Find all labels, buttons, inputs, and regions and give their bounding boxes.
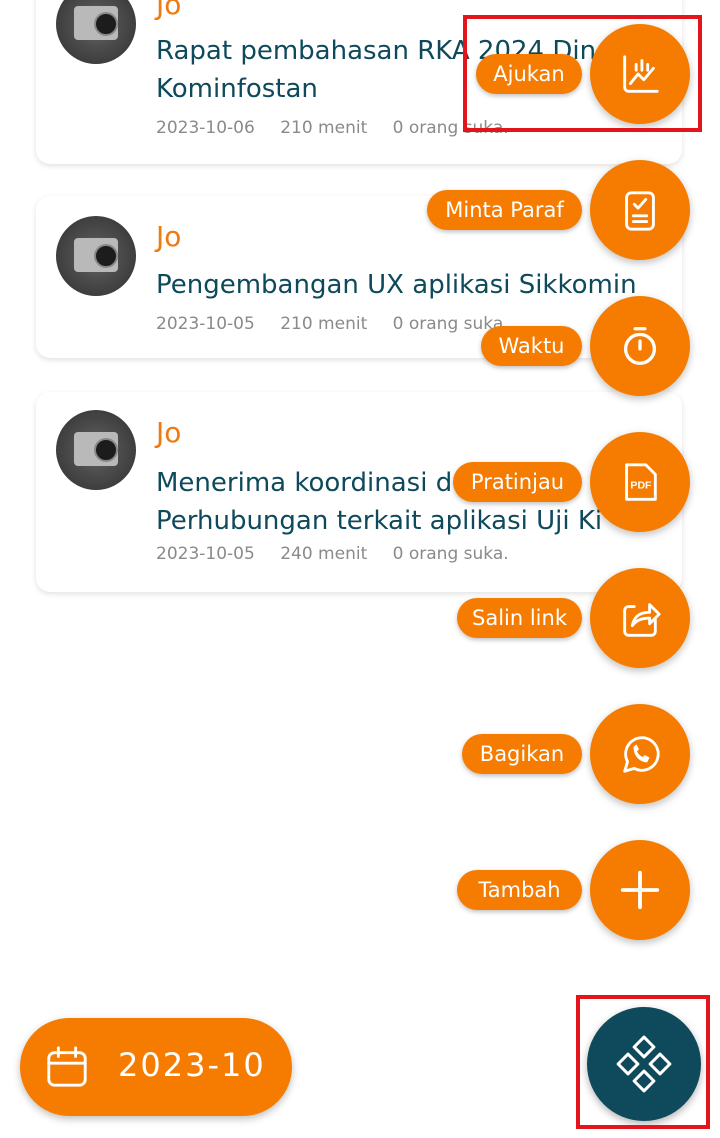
post-date: 2023-10-06 <box>156 118 255 138</box>
ajukan-highlight-box <box>463 15 702 132</box>
post-card[interactable]: Jo Menerima koordinasi d Perhubungan ter… <box>36 392 682 592</box>
post-likes: 0 orang suka. <box>392 544 509 564</box>
waktu-label[interactable]: Waktu <box>481 326 582 366</box>
bagikan-label[interactable]: Bagikan <box>462 734 582 774</box>
salin-link-label[interactable]: Salin link <box>457 598 582 638</box>
pratinjau-button[interactable]: PDF <box>590 432 690 532</box>
speed-dial-highlight-box <box>576 995 710 1129</box>
minta-paraf-button[interactable] <box>590 160 690 260</box>
svg-text:PDF: PDF <box>630 480 652 492</box>
post-meta: 2023-10-05 240 menit 0 orang suka. <box>156 544 529 564</box>
salin-link-button[interactable] <box>590 568 690 668</box>
post-date: 2023-10-05 <box>156 314 255 334</box>
avatar <box>56 410 136 490</box>
pratinjau-label[interactable]: Pratinjau <box>453 462 582 502</box>
waktu-button[interactable] <box>590 296 690 396</box>
bagikan-button[interactable] <box>590 704 690 804</box>
stopwatch-icon <box>623 327 657 365</box>
whatsapp-icon <box>623 736 660 773</box>
post-date: 2023-10-05 <box>156 544 255 564</box>
month-picker-button[interactable]: 2023-10 <box>20 1018 292 1116</box>
post-duration: 210 menit <box>280 118 368 138</box>
post-title: Pengembangan UX aplikasi Sikkomin <box>156 270 637 300</box>
post-author: Jo <box>156 220 182 253</box>
post-meta: 2023-10-05 210 menit 0 orang suka. <box>156 314 529 334</box>
tambah-button[interactable] <box>590 840 690 940</box>
post-duration: 240 menit <box>280 544 368 564</box>
share-icon <box>623 603 661 637</box>
post-author: Jo <box>156 0 182 21</box>
month-picker-label: 2023-10 <box>118 1046 266 1084</box>
minta-paraf-label[interactable]: Minta Paraf <box>427 190 582 230</box>
pdf-icon: PDF <box>625 463 657 501</box>
post-duration: 210 menit <box>280 314 368 334</box>
calendar-icon <box>47 1046 87 1087</box>
post-card[interactable]: Jo Pengembangan UX aplikasi Sikkomin 202… <box>36 196 682 358</box>
tambah-label[interactable]: Tambah <box>457 870 582 910</box>
clipboard-check-icon <box>625 191 655 231</box>
avatar <box>56 0 136 64</box>
avatar <box>56 216 136 296</box>
plus-icon <box>620 870 660 910</box>
post-author: Jo <box>156 416 182 449</box>
